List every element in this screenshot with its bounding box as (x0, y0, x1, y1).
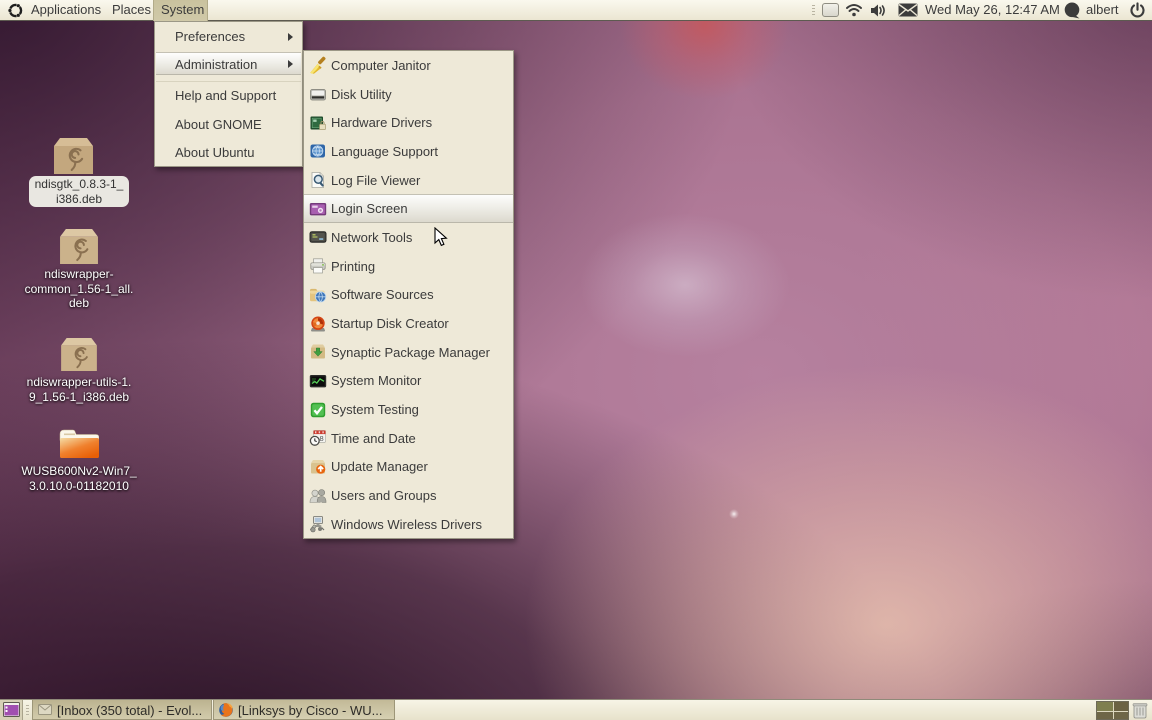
svg-text:8: 8 (320, 434, 324, 443)
